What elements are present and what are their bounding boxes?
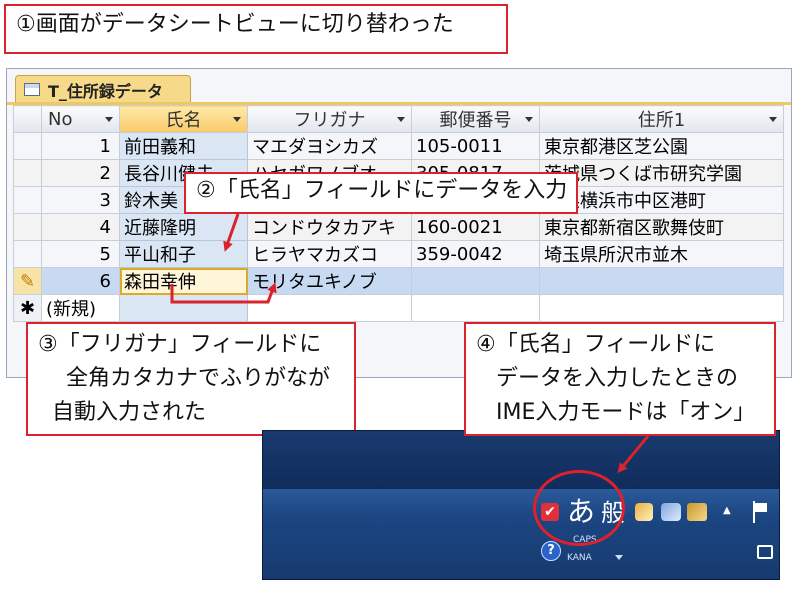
select-all-corner[interactable] <box>13 105 42 133</box>
column-header-label: フリガナ <box>293 110 366 131</box>
chevron-down-icon[interactable] <box>769 117 777 122</box>
edit-pencil-icon: ✎ <box>13 267 42 295</box>
show-hidden-icons-button[interactable]: ▲ <box>723 505 731 516</box>
action-center-flag-icon[interactable] <box>753 501 769 523</box>
cell-name[interactable] <box>119 294 248 322</box>
cell-kana[interactable]: マエダヨシカズ <box>247 132 412 160</box>
table-tab[interactable]: T_住所録データ <box>15 75 191 103</box>
cell-kana[interactable]: ヒラヤマカズコ <box>247 240 412 268</box>
row-selector[interactable] <box>13 240 42 268</box>
cell-address[interactable] <box>539 294 784 322</box>
chevron-down-icon[interactable] <box>105 117 113 122</box>
cell-zip[interactable] <box>411 294 540 322</box>
column-header-address[interactable]: 住所1 <box>539 105 784 133</box>
column-header-zip[interactable]: 郵便番号 <box>411 105 540 133</box>
cell-no[interactable]: 2 <box>41 159 120 187</box>
table-row-new[interactable]: ✱ (新規) <box>13 294 784 322</box>
cell-zip[interactable]: 359-0042 <box>411 240 540 268</box>
callout-3-line-3: 自動入力された <box>52 400 207 425</box>
row-selector[interactable] <box>13 186 42 214</box>
cell-name[interactable]: 平山和子 <box>119 240 248 268</box>
windows-taskbar: ✔ あ 般 CAPS KANA ? ▲ <box>262 430 780 580</box>
callout-1-text: ①画面がデータシートビューに切り替わった <box>16 12 454 37</box>
cell-zip[interactable]: 160-0021 <box>411 213 540 241</box>
cell-zip[interactable]: 105-0011 <box>411 132 540 160</box>
column-header-no[interactable]: No <box>41 105 120 133</box>
network-icon[interactable] <box>757 545 773 559</box>
ime-tool-icon[interactable] <box>635 503 653 521</box>
cell-name[interactable]: 前田義和 <box>119 132 248 160</box>
cell-name-editing[interactable]: 森田幸伸 <box>119 267 248 295</box>
chevron-down-icon[interactable] <box>233 117 241 122</box>
chevron-down-icon[interactable] <box>397 117 405 122</box>
column-header-label: No <box>48 108 73 130</box>
callout-4-line-3: IME入力モードは「オン」 <box>496 400 756 425</box>
callout-3-line-2: 全角カタカナでふりがなが <box>66 366 331 391</box>
table-row[interactable]: 4 近藤隆明 コンドウタカアキ 160-0021 東京都新宿区歌舞伎町 <box>13 213 784 241</box>
callout-enter-name: ②「氏名」フィールドにデータを入力 <box>184 172 578 214</box>
column-header-label: 住所1 <box>637 110 686 131</box>
cell-address[interactable] <box>539 267 784 295</box>
ime-kana-label: KANA <box>567 553 592 563</box>
cell-address[interactable]: 東京都新宿区歌舞伎町 <box>539 213 784 241</box>
ime-pad-icon[interactable] <box>661 503 681 521</box>
cell-no[interactable]: 3 <box>41 186 120 214</box>
help-icon[interactable]: ? <box>541 541 561 561</box>
column-header-label: 郵便番号 <box>439 110 512 131</box>
cell-kana[interactable]: コンドウタカアキ <box>247 213 412 241</box>
row-selector[interactable] <box>13 213 42 241</box>
cell-name[interactable]: 近藤隆明 <box>119 213 248 241</box>
callout-4-line-1: ④「氏名」フィールドに <box>476 332 716 357</box>
new-record-icon: ✱ <box>13 294 42 322</box>
callout-datasheet-view: ①画面がデータシートビューに切り替わった <box>4 4 508 54</box>
column-header-name[interactable]: 氏名 <box>119 105 248 133</box>
callout-4-line-2: データを入力したときの <box>496 366 739 391</box>
column-header-kana[interactable]: フリガナ <box>247 105 412 133</box>
ime-highlight-circle <box>533 470 625 546</box>
cell-address[interactable]: 東京都港区芝公園 <box>539 132 784 160</box>
ime-dictionary-icon[interactable] <box>687 503 707 521</box>
callout-kana-auto: ③「フリガナ」フィールドに 全角カタカナでふりがなが 自動入力された <box>26 322 356 436</box>
row-selector[interactable] <box>13 159 42 187</box>
callout-3-line-1: ③「フリガナ」フィールドに <box>38 332 322 357</box>
ime-kana-chevron-icon[interactable] <box>615 555 623 560</box>
table-tab-title: T_住所録データ <box>48 81 163 101</box>
callout-ime-mode: ④「氏名」フィールドに データを入力したときの IME入力モードは「オン」 <box>464 322 776 436</box>
cell-kana[interactable]: モリタユキノブ <box>247 267 412 295</box>
row-selector[interactable] <box>13 132 42 160</box>
cell-kana[interactable] <box>247 294 412 322</box>
table-row[interactable]: 1 前田義和 マエダヨシカズ 105-0011 東京都港区芝公園 <box>13 132 784 160</box>
cell-new-record[interactable]: (新規) <box>41 294 120 322</box>
header-row: No 氏名 フリガナ 郵便番号 住所1 <box>13 105 784 133</box>
cell-no[interactable]: 1 <box>41 132 120 160</box>
cell-no[interactable]: 5 <box>41 240 120 268</box>
chevron-down-icon[interactable] <box>525 117 533 122</box>
table-icon <box>24 83 40 96</box>
table-row[interactable]: 5 平山和子 ヒラヤマカズコ 359-0042 埼玉県所沢市並木 <box>13 240 784 268</box>
cell-zip[interactable] <box>411 267 540 295</box>
cell-no[interactable]: 6 <box>41 267 120 295</box>
table-row-editing[interactable]: ✎ 6 森田幸伸 モリタユキノブ <box>13 267 784 295</box>
column-header-label: 氏名 <box>165 110 202 131</box>
cell-address[interactable]: 埼玉県所沢市並木 <box>539 240 784 268</box>
callout-2-text: ②「氏名」フィールドにデータを入力 <box>196 178 568 203</box>
cell-no[interactable]: 4 <box>41 213 120 241</box>
